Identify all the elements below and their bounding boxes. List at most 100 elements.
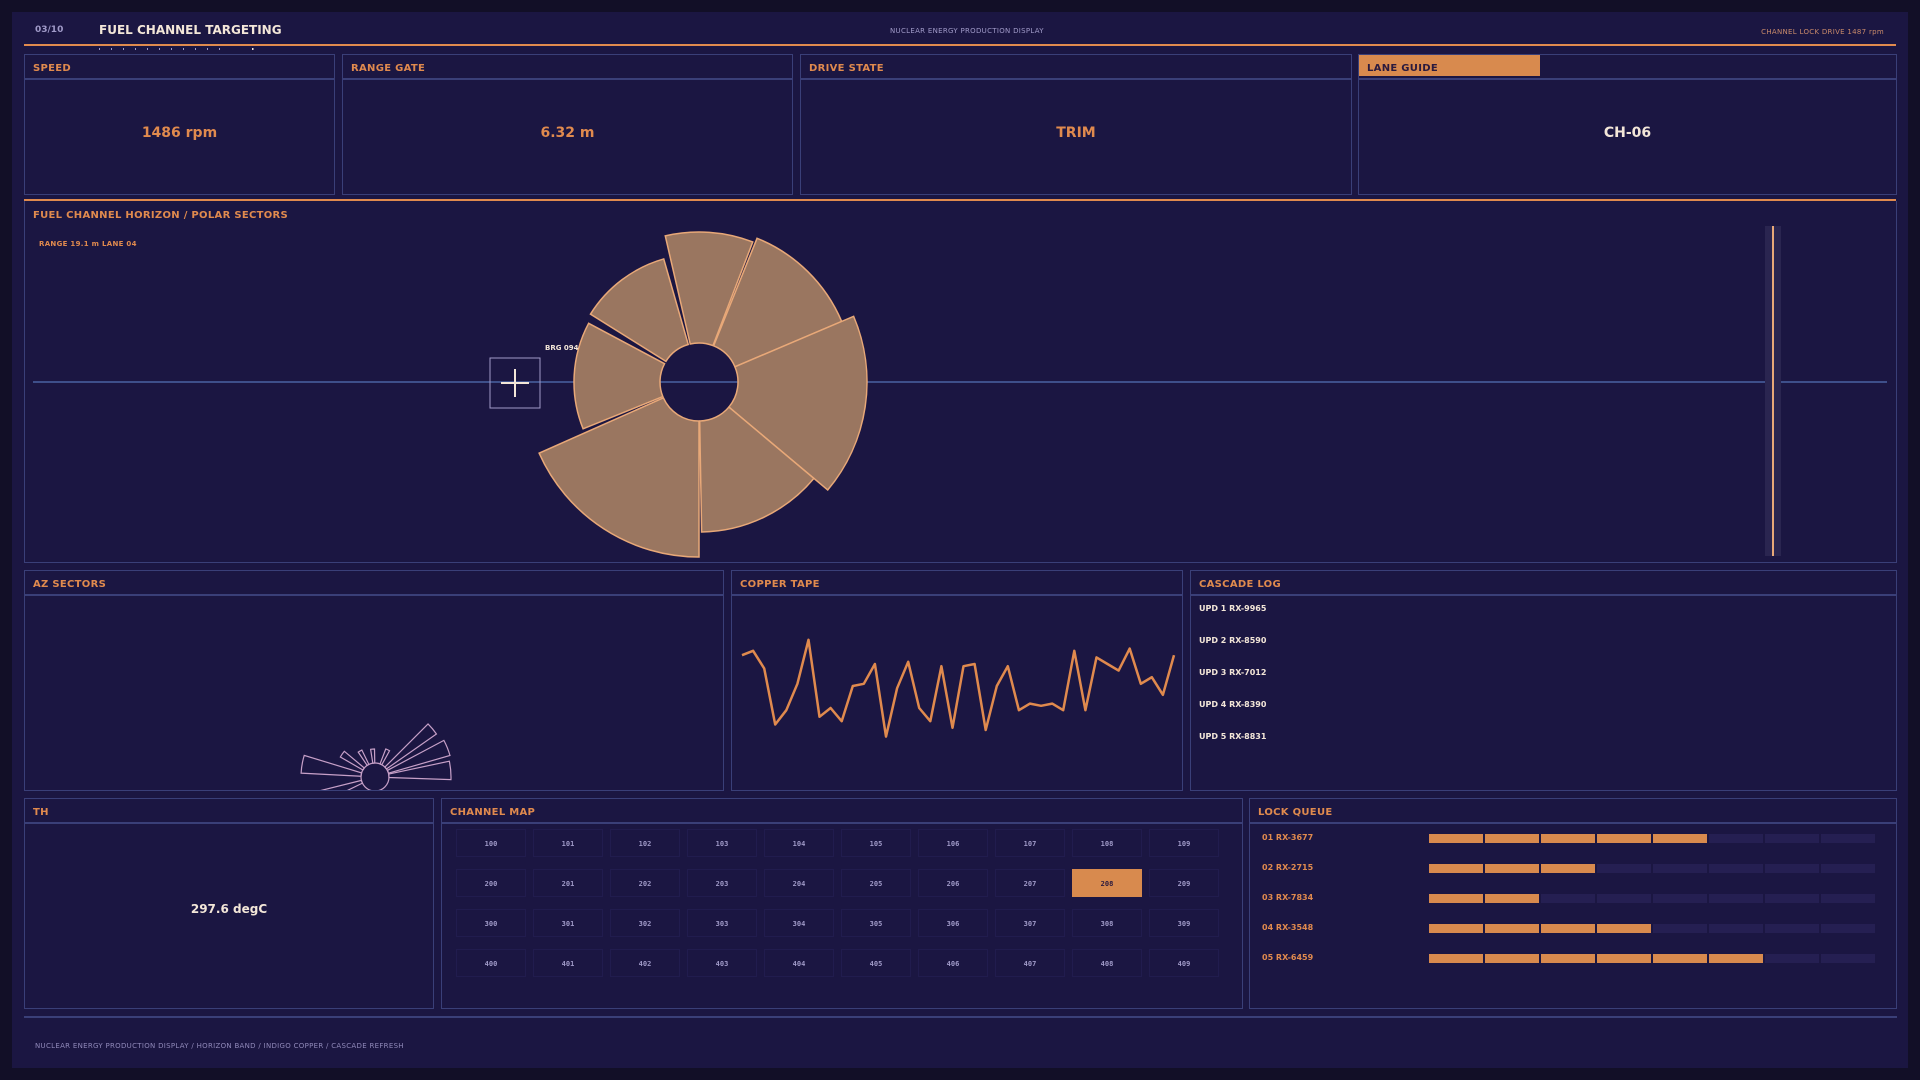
bearing-label: BRG 094 xyxy=(545,344,579,352)
channel-cell[interactable]: 409 xyxy=(1149,949,1219,977)
channel-cell[interactable]: 406 xyxy=(918,949,988,977)
log-entry: UPD 3 RX-7012 xyxy=(1199,668,1267,677)
channel-cell[interactable]: 403 xyxy=(687,949,757,977)
copper-tape-panel: COPPER TAPE xyxy=(731,570,1183,791)
channel-cell[interactable]: 309 xyxy=(1149,909,1219,937)
channel-cell[interactable]: 108 xyxy=(1072,829,1142,857)
channel-cell[interactable]: 204 xyxy=(764,869,834,897)
queue-segment-filled xyxy=(1485,834,1539,843)
channel-cell[interactable]: 305 xyxy=(841,909,911,937)
channel-cell[interactable]: 306 xyxy=(918,909,988,937)
page-counter: 03/10 xyxy=(35,25,64,35)
queue-segment-empty xyxy=(1765,894,1819,903)
channel-cell[interactable]: 103 xyxy=(687,829,757,857)
channel-cell[interactable]: 109 xyxy=(1149,829,1219,857)
horizon-panel: FUEL CHANNEL HORIZON / POLAR SECTORS RAN… xyxy=(24,201,1897,563)
queue-segment-filled xyxy=(1597,954,1651,963)
az-blade xyxy=(369,748,376,764)
channel-cell[interactable]: 100 xyxy=(456,829,526,857)
page-title: FUEL CHANNEL TARGETING xyxy=(99,23,282,37)
polar-sector xyxy=(538,396,700,558)
queue-segment-filled xyxy=(1429,834,1483,843)
queue-segment-filled xyxy=(1485,894,1539,903)
range-gate-value: 6.32 m xyxy=(540,125,595,141)
queue-label: 01 RX-3677 xyxy=(1262,833,1314,842)
channel-cell[interactable]: 200 xyxy=(456,869,526,897)
queue-segment-empty xyxy=(1709,834,1763,843)
speed-card: SPEED 1486 rpm xyxy=(24,54,335,195)
queue-segment-empty xyxy=(1541,894,1595,903)
channel-cell[interactable]: 208 xyxy=(1072,869,1142,897)
log-entry: UPD 4 RX-8390 xyxy=(1199,700,1267,709)
channel-cell[interactable]: 203 xyxy=(687,869,757,897)
queue-segment-filled xyxy=(1597,924,1651,933)
panel-divider xyxy=(25,822,433,824)
channel-cell[interactable]: 304 xyxy=(764,909,834,937)
channel-cell[interactable]: 207 xyxy=(995,869,1065,897)
az-hub xyxy=(360,762,390,790)
channel-cell[interactable]: 400 xyxy=(456,949,526,977)
channel-cell[interactable]: 206 xyxy=(918,869,988,897)
queue-segment-empty xyxy=(1765,924,1819,933)
channel-cell[interactable]: 202 xyxy=(610,869,680,897)
channel-cell[interactable]: 209 xyxy=(1149,869,1219,897)
channel-cell[interactable]: 407 xyxy=(995,949,1065,977)
channel-map-title: CHANNEL MAP xyxy=(450,807,536,818)
drive-state-label: DRIVE STATE xyxy=(809,63,884,74)
queue-segment-empty xyxy=(1653,924,1707,933)
log-entry: UPD 5 RX-8831 xyxy=(1199,732,1267,741)
header-status: CHANNEL LOCK DRIVE 1487 rpm xyxy=(1761,28,1884,36)
queue-segment-filled xyxy=(1709,954,1763,963)
speed-label: SPEED xyxy=(33,63,71,74)
channel-cell[interactable]: 301 xyxy=(533,909,603,937)
queue-segment-filled xyxy=(1541,864,1595,873)
channel-cell[interactable]: 300 xyxy=(456,909,526,937)
az-fan-group xyxy=(300,723,452,790)
card-divider xyxy=(1359,78,1896,80)
header-subtitle: NUCLEAR ENERGY PRODUCTION DISPLAY xyxy=(890,27,1044,35)
channel-cell[interactable]: 201 xyxy=(533,869,603,897)
az-blade xyxy=(379,748,391,766)
channel-cell[interactable]: 408 xyxy=(1072,949,1142,977)
queue-segment-filled xyxy=(1485,864,1539,873)
channel-cell[interactable]: 102 xyxy=(610,829,680,857)
queue-segment-filled xyxy=(1541,834,1595,843)
az-blade xyxy=(320,779,364,790)
queue-segment-filled xyxy=(1485,954,1539,963)
title-tick-ruler xyxy=(99,39,254,50)
channel-cell[interactable]: 205 xyxy=(841,869,911,897)
queue-segment-filled xyxy=(1653,834,1707,843)
channel-cell[interactable]: 307 xyxy=(995,909,1065,937)
drive-state-value: TRIM xyxy=(1056,125,1096,141)
queue-segment-empty xyxy=(1709,894,1763,903)
queue-segment-empty xyxy=(1821,954,1875,963)
az-sector-fan xyxy=(300,723,452,790)
channel-cell[interactable]: 106 xyxy=(918,829,988,857)
lane-guide-value: CH-06 xyxy=(1603,125,1652,141)
channel-cell[interactable]: 401 xyxy=(533,949,603,977)
channel-cell[interactable]: 404 xyxy=(764,949,834,977)
queue-segment-empty xyxy=(1765,954,1819,963)
channel-cell[interactable]: 302 xyxy=(610,909,680,937)
card-divider xyxy=(25,78,334,80)
footer-text: NUCLEAR ENERGY PRODUCTION DISPLAY / HORI… xyxy=(35,1042,404,1050)
speed-value: 1486 rpm xyxy=(141,125,218,141)
queue-label: 05 RX-6459 xyxy=(1262,953,1314,962)
channel-cell[interactable]: 405 xyxy=(841,949,911,977)
queue-segment-filled xyxy=(1429,954,1483,963)
lane-guide-card: LANE GUIDE CH-06 xyxy=(1358,54,1897,195)
channel-cell[interactable]: 104 xyxy=(764,829,834,857)
channel-cell[interactable]: 101 xyxy=(533,829,603,857)
az-blade xyxy=(357,749,370,767)
channel-cell[interactable]: 107 xyxy=(995,829,1065,857)
queue-label: 04 RX-3548 xyxy=(1262,923,1314,932)
channel-cell[interactable]: 402 xyxy=(610,949,680,977)
queue-segment-empty xyxy=(1709,924,1763,933)
channel-cell[interactable]: 308 xyxy=(1072,909,1142,937)
queue-segment-empty xyxy=(1821,864,1875,873)
channel-cell[interactable]: 303 xyxy=(687,909,757,937)
channel-cell[interactable]: 105 xyxy=(841,829,911,857)
queue-segment-empty xyxy=(1765,864,1819,873)
channel-map-panel: CHANNEL MAP 100 101 102 103 104 105 106 107 108 1… xyxy=(441,798,1243,1009)
queue-label: 02 RX-2715 xyxy=(1262,863,1314,872)
